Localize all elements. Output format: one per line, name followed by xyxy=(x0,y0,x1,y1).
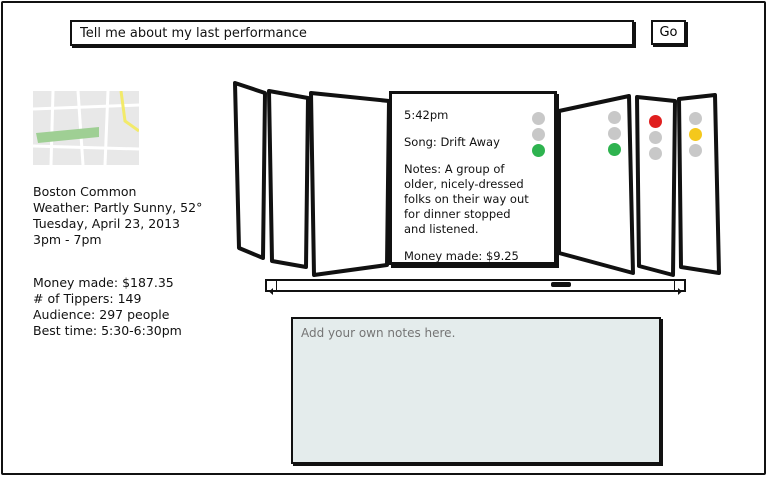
rating-light xyxy=(649,115,662,128)
card-left-3[interactable] xyxy=(309,91,391,277)
rating-light xyxy=(608,143,621,156)
featured-performance-card[interactable]: 5:42pm Song: Drift Away Notes: A group o… xyxy=(389,91,557,265)
scroll-thumb[interactable] xyxy=(551,282,571,287)
arrow-left-icon xyxy=(269,288,273,295)
stat-best-time: Best time: 5:30-6:30pm xyxy=(33,323,182,338)
card-money: Money made: $9.25 xyxy=(404,249,519,263)
rating-light xyxy=(649,147,662,160)
card-left-1[interactable] xyxy=(233,81,267,260)
rating-light xyxy=(689,144,702,157)
card-left-2[interactable] xyxy=(267,89,310,269)
arrow-right-icon xyxy=(678,288,682,295)
card-right-1[interactable] xyxy=(557,94,635,275)
carousel-scrollbar[interactable] xyxy=(265,279,686,295)
notes-textarea[interactable] xyxy=(291,317,661,464)
rating-light xyxy=(532,144,545,157)
card-time: 5:42pm xyxy=(404,108,449,122)
rating-light xyxy=(608,111,621,124)
card-notes: Notes: A group of older, nicely-dressed … xyxy=(404,162,529,236)
rating-light xyxy=(689,112,702,125)
rating-light xyxy=(649,131,662,144)
rating-light xyxy=(689,128,702,141)
scroll-right-arrow[interactable] xyxy=(674,281,684,295)
rating-light xyxy=(608,127,621,140)
rating-light xyxy=(532,128,545,141)
stat-audience: Audience: 297 people xyxy=(33,307,170,322)
app-window: Go Boston Common Weather: Partly Sunny, … xyxy=(1,1,766,475)
card-song: Song: Drift Away xyxy=(404,135,500,149)
scroll-left-arrow[interactable] xyxy=(267,281,277,295)
rating-light xyxy=(532,112,545,125)
